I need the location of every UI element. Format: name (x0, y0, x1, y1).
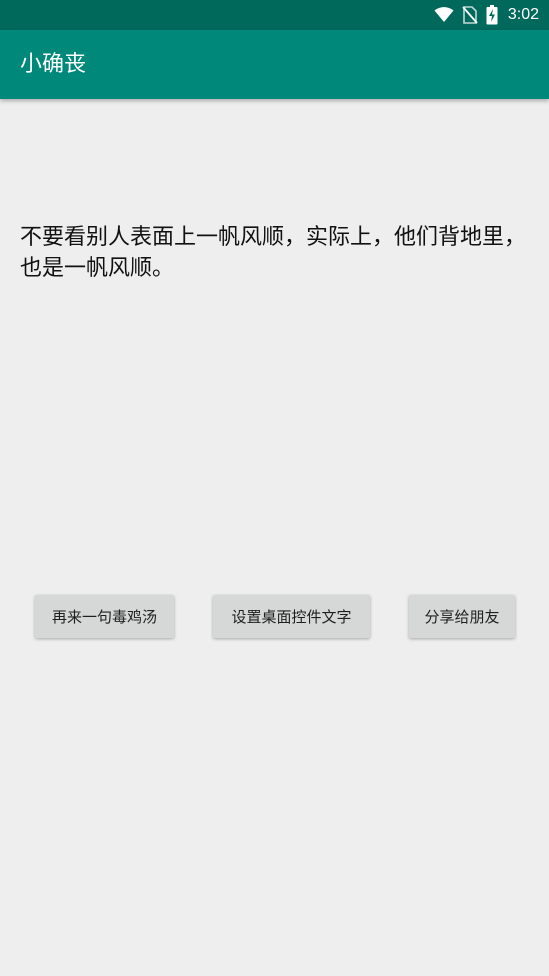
status-time: 3:02 (507, 6, 539, 23)
set-widget-text-button[interactable]: 设置桌面控件文字 (213, 595, 370, 638)
battery-charging-icon (486, 5, 498, 25)
status-icons: 3:02 (434, 0, 539, 30)
no-sim-icon (462, 6, 478, 24)
quote-text: 不要看别人表面上一帆风顺，实际上，他们背地里，也是一帆风顺。 (20, 225, 527, 281)
app-bar: 小确丧 (0, 30, 549, 99)
main-content: 不要看别人表面上一帆风顺，实际上，他们背地里，也是一帆风顺。 再来一句毒鸡汤 设… (0, 99, 549, 976)
wifi-icon (434, 7, 454, 23)
share-button[interactable]: 分享给朋友 (409, 595, 515, 638)
status-bar: 3:02 (0, 0, 549, 30)
another-quote-button[interactable]: 再来一句毒鸡汤 (35, 595, 174, 638)
app-title: 小确丧 (20, 52, 87, 77)
